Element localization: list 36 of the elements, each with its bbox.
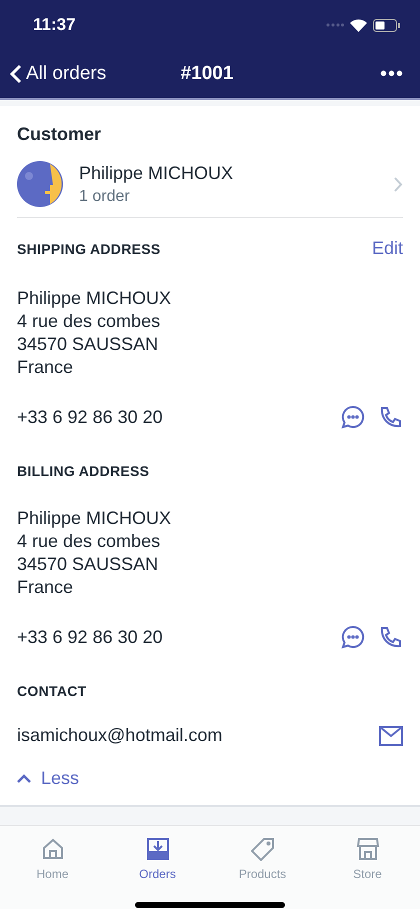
card-heading: Customer — [17, 123, 102, 146]
store-icon — [356, 837, 380, 861]
chat-icon[interactable] — [341, 625, 365, 649]
phone-number: +33 6 92 86 30 20 — [17, 626, 163, 648]
status-time: 11:37 — [33, 15, 76, 35]
address-text: Philippe MICHOUX 4 rue des combes 34570 SAUSSAN France — [17, 507, 172, 599]
phone-number: +33 6 92 86 30 20 — [17, 406, 163, 428]
back-button[interactable]: All orders — [10, 63, 106, 85]
tag-icon — [250, 837, 274, 861]
phone-icon[interactable] — [379, 405, 403, 429]
signal-icon — [326, 23, 344, 27]
email-address: isamichoux@hotmail.com — [17, 725, 222, 746]
chevron-left-icon — [10, 64, 22, 84]
home-icon — [40, 837, 64, 861]
chevron-up-icon — [17, 774, 31, 783]
customer-name[interactable]: Philippe MICHOUX — [79, 162, 378, 184]
tab-bar-item[interactable]: Orders — [105, 826, 210, 892]
order-title: #1001 — [180, 63, 234, 85]
edit-link[interactable]: Edit — [372, 238, 403, 259]
battery-icon — [373, 18, 400, 32]
inbox-icon — [146, 837, 170, 861]
avatar — [17, 161, 63, 207]
mail-icon[interactable] — [379, 726, 403, 746]
more-button[interactable]: ••• — [380, 62, 404, 86]
chat-icon[interactable] — [341, 405, 365, 429]
phone-icon[interactable] — [379, 625, 403, 649]
wifi-icon — [350, 18, 367, 32]
section-heading: CONTACT — [17, 683, 86, 699]
tab-bar-item[interactable]: Home — [0, 826, 105, 892]
tab-bar-item[interactable]: Store — [315, 826, 420, 892]
section-heading: BILLING ADDRESS — [17, 463, 150, 479]
order-count: 1 order — [79, 188, 131, 206]
less-toggle[interactable]: Less — [17, 760, 80, 805]
section-heading: SHIPPING ADDRESS — [17, 240, 161, 256]
tab-bar-item[interactable]: Products — [210, 826, 315, 892]
address-text: Philippe MICHOUX 4 rue des combes 34570 SAUSSAN France — [17, 287, 172, 379]
